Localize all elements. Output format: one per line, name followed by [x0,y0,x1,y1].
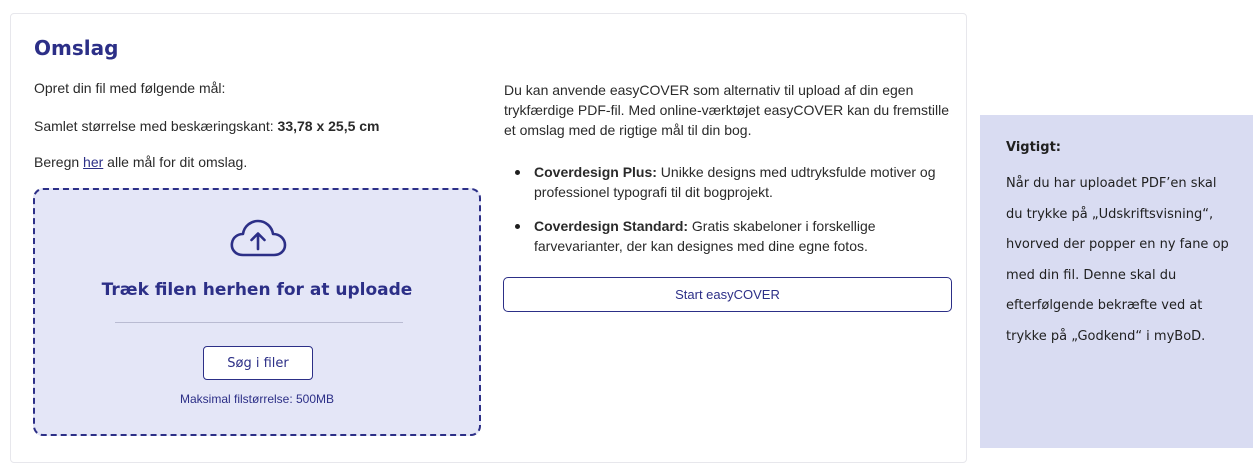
calc-suffix: alle mål for dit omslag. [103,154,248,170]
easycover-intro: Du kan anvende easyCOVER som alternativ … [504,82,950,138]
browse-files-button[interactable]: Søg i filer [203,346,313,380]
size-value: 33,78 x 25,5 cm [277,118,380,134]
size-line: Samlet størrelse med beskæringskant: 33,… [34,118,380,134]
calc-prefix: Beregn [34,154,84,170]
size-label: Samlet størrelse med beskæringskant: [34,118,278,134]
divider [115,322,403,323]
easycover-options-list: Coverdesign Plus: Unikke designs med udt… [504,162,959,270]
upload-dropzone[interactable]: Træk filen herhen for at uploade Søg i f… [33,188,481,436]
notice-box: Vigtigt: Når du har uploadet PDF’en skal… [980,115,1253,448]
bullet-dot [515,224,520,229]
list-item: Coverdesign Standard: Gratis skabeloner … [504,216,959,256]
calc-link[interactable]: her [83,154,103,170]
list-item: Coverdesign Plus: Unikke designs med udt… [504,162,959,202]
notice-title: Vigtigt: [1006,140,1061,155]
notice-text: Når du har uploadet PDF’en skal du trykk… [1006,176,1229,344]
calc-line: Beregn her alle mål for dit omslag. [34,154,247,170]
cloud-upload-icon [230,219,287,257]
option-title: Coverdesign Plus: [534,164,657,180]
option-title: Coverdesign Standard: [534,218,689,234]
max-filesize-text: Maksimal filstørrelse: 500MB [179,392,335,406]
page-title: Omslag [34,36,119,60]
bullet-dot [515,170,520,175]
start-easycover-button[interactable]: Start easyCOVER [503,277,952,312]
instruction-text: Opret din fil med følgende mål: [34,80,226,96]
drop-text: Træk filen herhen for at uploade [101,280,413,300]
